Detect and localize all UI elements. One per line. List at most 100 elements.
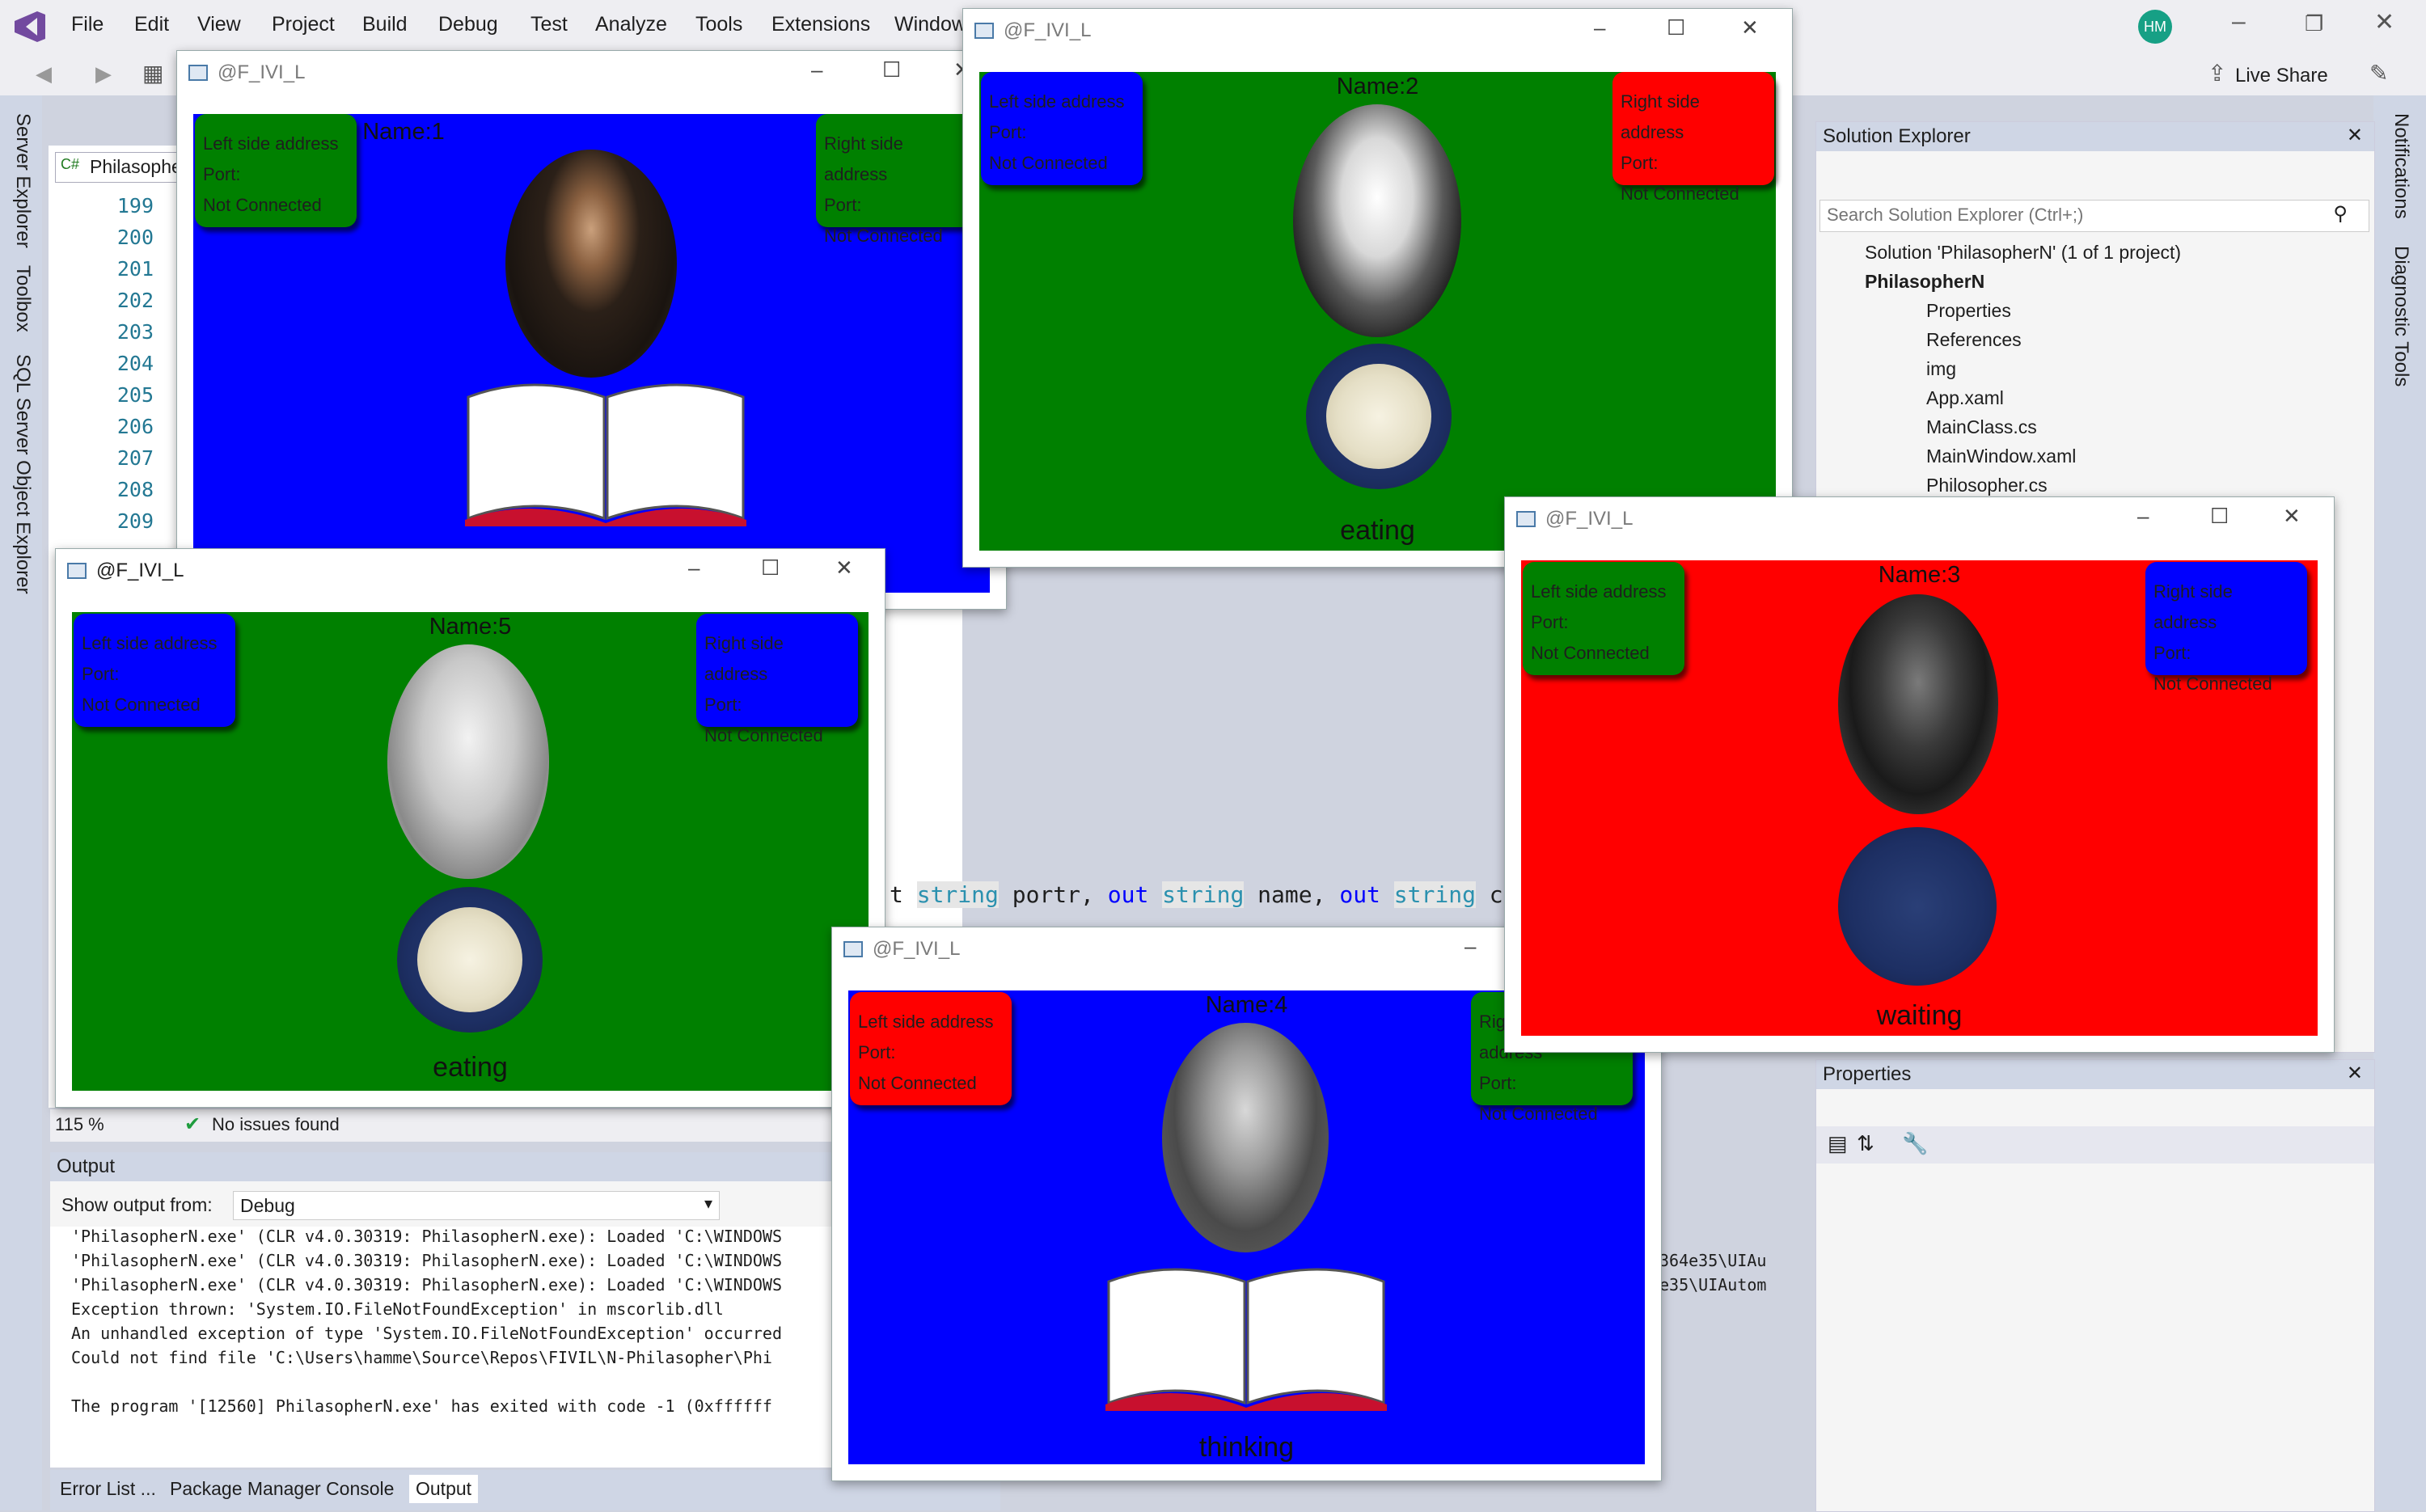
philosopher-portrait [1162,1023,1329,1252]
noodles-icon [1326,364,1431,469]
philosopher-window-5[interactable]: @F_IVI_L – ☐ ✕ Left side address Port: N… [55,548,885,1108]
tree-item-philosopher[interactable]: Philosopher.cs [1926,475,2048,496]
close-icon[interactable]: ✕ [1741,15,1759,40]
live-share-button[interactable]: Live Share [2235,65,2328,87]
tab-error-list[interactable]: Error List ... [53,1475,163,1503]
tab-package-manager-console[interactable]: Package Manager Console [163,1475,400,1503]
window-title-bar[interactable]: @F_IVI_L – ☐ ✕ [1505,497,2334,542]
philosopher-window-1[interactable]: @F_IVI_L – ☐ ✕ Left side address Port: N… [176,50,1007,610]
properties-panel: Properties ✕ ▤ ⇅ 🔧 [1815,1059,2375,1512]
line-number: 206 [116,415,154,438]
forward-icon[interactable]: ▶ [95,61,112,87]
maximize-icon[interactable]: ☐ [1667,15,1685,40]
app-icon [67,563,87,579]
check-icon: ✔ [184,1113,201,1135]
output-line: 'PhilasopherN.exe' (CLR v4.0.30319: Phil… [71,1251,782,1270]
app-icon [1516,511,1536,527]
project-node[interactable]: PhilasopherN [1865,271,1984,293]
right-port-label: Port: [824,195,862,215]
chevron-down-icon: ▾ [704,1195,712,1213]
left-connection-status: Not Connected [203,195,322,215]
wrench-icon[interactable]: 🔧 [1902,1131,1928,1156]
solution-node[interactable]: Solution 'PhilasopherN' (1 of 1 project) [1865,242,2181,264]
code-type: string [1162,881,1245,908]
menu-window[interactable]: Window [894,13,966,36]
menu-view[interactable]: View [197,13,241,36]
minimize-icon[interactable]: – [1464,934,1476,959]
window-title-bar[interactable]: @F_IVI_L – ☐ ✕ [56,549,885,593]
code-text: t [890,881,917,908]
output-line: Exception thrown: 'System.IO.FileNotFoun… [71,1299,724,1319]
maximize-icon[interactable]: ☐ [2210,504,2229,529]
minimize-icon[interactable]: – [1594,15,1605,40]
tab-output[interactable]: Output [409,1475,479,1503]
tab-sql-server-object-explorer[interactable]: SQL Server Object Explorer [11,354,34,594]
minimize-icon[interactable]: – [688,555,699,581]
csharp-file-icon: C# [61,156,80,172]
menu-project[interactable]: Project [272,13,335,36]
menu-build[interactable]: Build [362,13,408,36]
right-tool-strip: Notifications Diagnostic Tools [2373,95,2426,1510]
right-port-label: Port: [1479,1073,1517,1093]
menu-edit[interactable]: Edit [134,13,169,36]
tab-toolbox[interactable]: Toolbox [11,265,34,332]
minimize-icon[interactable]: – [811,57,822,82]
philosopher-window-3[interactable]: @F_IVI_L – ☐ ✕ Left side address Port: N… [1504,496,2335,1053]
philosopher-window-2[interactable]: @F_IVI_L – ☐ ✕ Left side address Port: N… [962,8,1793,568]
close-icon[interactable]: ✕ [2347,124,2363,147]
tree-item-properties[interactable]: Properties [1926,300,2011,322]
menu-tools[interactable]: Tools [695,13,742,36]
philosopher-name: Name:2 [1336,74,1419,99]
tree-item-mainwindow[interactable]: MainWindow.xaml [1926,446,2076,467]
properties-title: Properties [1823,1063,1912,1085]
menu-debug[interactable]: Debug [438,13,498,36]
maximize-icon[interactable]: ☐ [882,57,901,82]
minimize-icon[interactable]: – [2232,8,2246,36]
new-project-icon[interactable]: ▦ [142,60,163,87]
right-side-label: Right side address [824,133,903,184]
close-icon[interactable]: ✕ [835,555,853,581]
window-title-bar[interactable]: @F_IVI_L – ☐ ✕ [177,51,1006,95]
tree-item-img[interactable]: img [1926,358,1956,380]
tree-item-app-xaml[interactable]: App.xaml [1926,387,2004,409]
user-avatar[interactable]: HM [2138,10,2172,44]
tab-server-explorer[interactable]: Server Explorer [11,113,34,248]
output-line: Could not find file 'C:\Users\hamme\Sour… [71,1348,772,1367]
menu-extensions[interactable]: Extensions [771,13,870,36]
tab-diagnostic-tools[interactable]: Diagnostic Tools [2390,246,2412,386]
philosopher-canvas: Left side address Port: Not Connected Ri… [1521,560,2318,1036]
app-icon [974,23,994,39]
code-type: string [916,881,999,908]
back-icon[interactable]: ◀ [36,61,52,87]
maximize-icon[interactable]: ☐ [761,555,780,581]
tree-item-references[interactable]: References [1926,329,2022,351]
close-icon[interactable]: ✕ [2374,8,2394,36]
right-side-box[interactable]: Right side address Port: Not Connected [816,114,978,246]
properties-header: Properties ✕ [1816,1060,2374,1089]
philosopher-name: Name:5 [429,614,512,640]
close-icon[interactable]: ✕ [2283,504,2301,529]
window-title: @F_IVI_L [873,938,961,960]
categorized-icon[interactable]: ▤ [1828,1131,1848,1156]
menu-analyze[interactable]: Analyze [595,13,667,36]
zoom-level[interactable]: 115 % [55,1114,104,1135]
code-line[interactable]: t string portr, out string name, out str… [890,881,1530,908]
line-number: 200 [116,226,154,249]
menu-test[interactable]: Test [530,13,568,36]
feedback-icon[interactable]: ✎ [2369,60,2388,87]
restore-icon[interactable]: ❐ [2305,11,2323,36]
close-icon[interactable]: ✕ [2347,1062,2363,1085]
minimize-icon[interactable]: – [2137,504,2149,529]
tab-notifications[interactable]: Notifications [2390,113,2412,219]
window-title-bar[interactable]: @F_IVI_L – ☐ ✕ [963,9,1792,53]
search-solution-input[interactable] [1825,204,2314,226]
tree-item-mainclass[interactable]: MainClass.cs [1926,416,2037,438]
philosopher-portrait [387,644,549,879]
menu-file[interactable]: File [71,13,104,36]
output-line: 'PhilasopherN.exe' (CLR v4.0.30319: Phil… [71,1227,782,1246]
search-icon[interactable]: ⚲ [2333,202,2348,226]
output-source-select[interactable]: Debug ▾ [233,1191,720,1220]
alphabetical-icon[interactable]: ⇅ [1857,1131,1874,1156]
issues-status[interactable]: No issues found [212,1114,340,1135]
